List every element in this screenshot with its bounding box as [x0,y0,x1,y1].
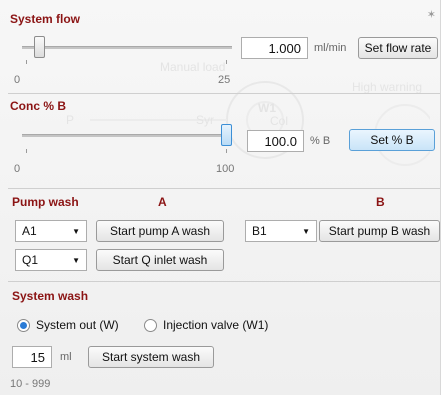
pump-wash-title: Pump wash [12,195,79,209]
set-flow-rate-button[interactable]: Set flow rate [358,37,438,59]
start-system-wash-button[interactable]: Start system wash [88,346,214,368]
flow-tick-max [226,60,227,64]
pump-b-inlet-value: B1 [252,224,267,238]
flow-rate-unit: ml/min [314,42,347,54]
pump-a-inlet-select[interactable]: A1 ▼ [15,220,87,242]
system-out-label[interactable]: System out (W) [36,318,119,332]
q-inlet-select[interactable]: Q1 ▼ [15,249,87,271]
start-q-inlet-wash-button[interactable]: Start Q inlet wash [96,249,224,271]
start-pump-a-wash-button[interactable]: Start pump A wash [96,220,224,242]
injection-valve-label[interactable]: Injection valve (W1) [163,318,268,332]
flow-tick-min [26,60,27,64]
injection-valve-radio[interactable] [144,319,157,332]
conc-tick-max [226,149,227,153]
manual-control-panel: Manual load High warning W1 Col Syr P ✶ … [0,0,441,395]
system-out-radio[interactable] [17,319,30,332]
system-flow-title: System flow [10,12,81,26]
divider [8,93,440,94]
divider [8,188,440,189]
pump-wash-column-b: B [376,195,385,209]
conc-b-input[interactable]: 100.0 [247,130,304,152]
start-pump-b-wash-button[interactable]: Start pump B wash [319,220,440,242]
chevron-down-icon: ▼ [302,227,310,236]
conc-tick-min [26,149,27,153]
flow-rate-input[interactable]: 1.000 [241,37,308,59]
pump-b-inlet-select[interactable]: B1 ▼ [245,220,317,242]
flow-slider-track [22,46,232,49]
chevron-down-icon: ▼ [72,227,80,236]
system-wash-volume-range: 10 - 999 [10,378,51,390]
flow-slider-thumb[interactable] [33,36,45,58]
conc-slider-thumb[interactable] [221,124,232,146]
set-conc-b-button[interactable]: Set % B [349,129,435,151]
flow-schematic-background [90,81,430,166]
system-wash-volume-unit: ml [60,351,72,363]
q-inlet-value: Q1 [22,253,39,267]
flow-range-min: 0 [14,74,21,86]
ghost-p: P [66,113,75,127]
pin-icon[interactable]: ✶ [427,8,436,21]
conc-range-min: 0 [14,163,21,175]
chevron-down-icon: ▼ [72,256,80,265]
pump-a-inlet-value: A1 [22,224,37,238]
conc-slider-track [22,134,232,137]
conc-b-unit: % B [310,135,331,147]
system-wash-title: System wash [12,289,89,303]
conc-b-title: Conc % B [10,99,67,113]
divider [8,281,440,282]
flow-range-max: 25 [218,74,231,86]
conc-range-max: 100 [216,163,235,175]
system-wash-volume-input[interactable]: 15 [12,346,52,368]
pump-wash-column-a: A [158,195,167,209]
